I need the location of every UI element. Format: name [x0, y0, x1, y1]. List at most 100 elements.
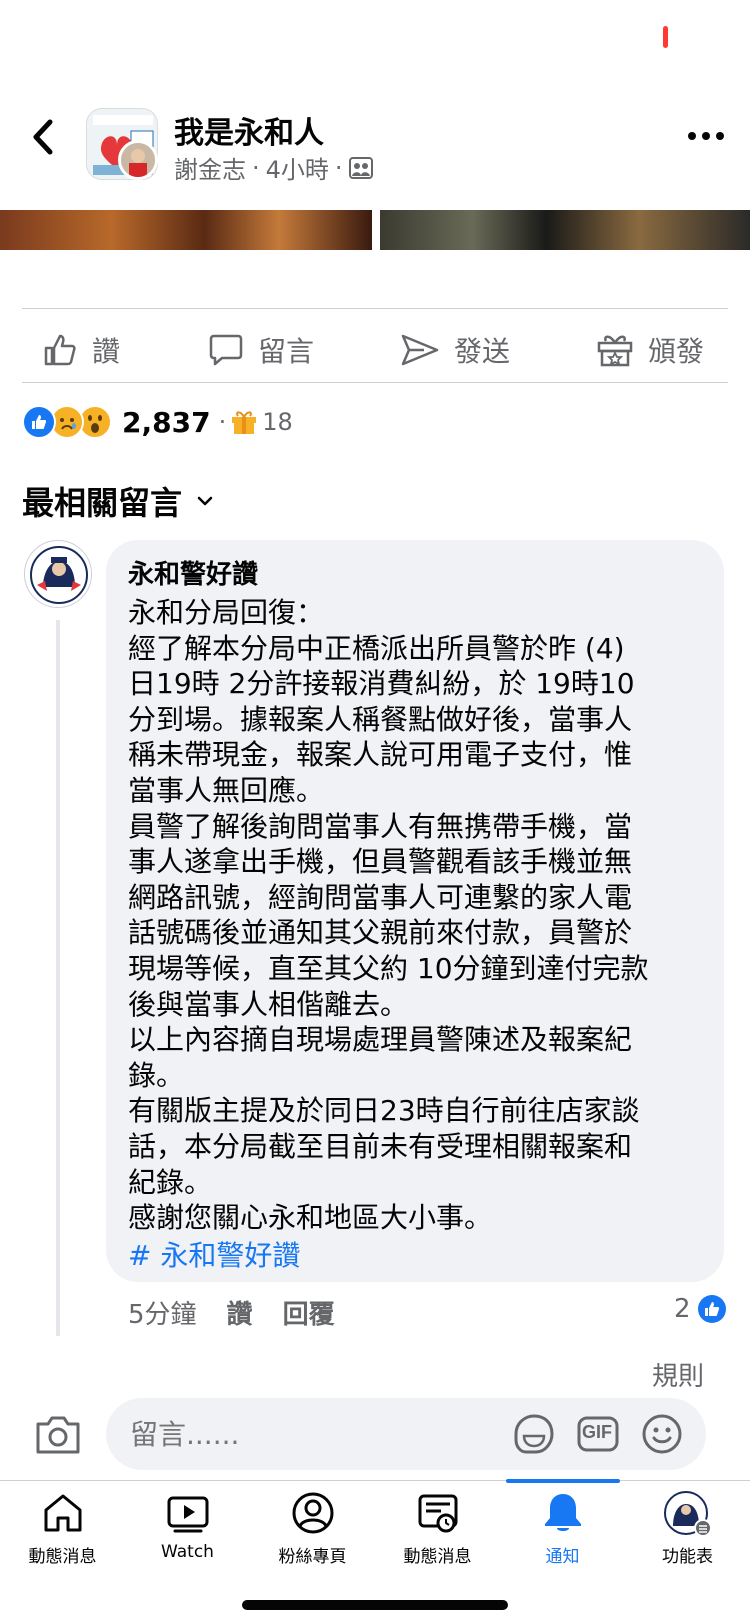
- comment-line: 員警了解後詢問當事人有無携帶手機，當: [128, 809, 633, 843]
- chevron-left-icon: [33, 119, 53, 155]
- post-time[interactable]: 4小時: [266, 150, 329, 185]
- group-name[interactable]: 我是永和人: [174, 108, 324, 152]
- comment-line: 網路訊號，經詢問當事人可連繫的家人電: [128, 880, 633, 914]
- thumbs-up-icon: [44, 334, 76, 366]
- feeds-icon: [418, 1494, 457, 1533]
- gift-box-icon: [597, 335, 633, 367]
- post-image-left[interactable]: [0, 210, 372, 250]
- reaction-summary[interactable]: 2,837 · 18: [22, 404, 293, 440]
- gift-label: 頒發: [648, 335, 705, 368]
- meta-separator: ·: [334, 153, 343, 182]
- nav-label: Watch: [161, 1542, 214, 1562]
- divider: [22, 382, 728, 383]
- comment-line: 分到場。據報案人稱餐點做好後，當事人: [128, 702, 633, 736]
- nav-item-home[interactable]: 動態消息: [0, 1490, 125, 1580]
- comment-line: 永和分局回復：: [128, 596, 325, 629]
- comment-line: 當事人無回應。: [128, 773, 325, 807]
- gift-button[interactable]: 頒發: [596, 322, 704, 378]
- police-badge-icon: [26, 542, 91, 607]
- comment-time[interactable]: 5分鐘: [128, 1294, 197, 1331]
- smiley-icon: [642, 1414, 682, 1454]
- reaction-separator: ·: [218, 408, 227, 436]
- post-author[interactable]: 謝金志: [174, 150, 246, 185]
- nav-label: 通知: [545, 1547, 580, 1567]
- comment-thread-line: [56, 620, 60, 1336]
- post-meta: 謝金志 · 4小時 ·: [174, 150, 373, 185]
- comment-body: 永和分局回復： 經了解本分局中正橋派出所員警於昨 (4) 日19時 2分許接報消…: [128, 595, 702, 1236]
- send-label: 發送: [454, 335, 511, 368]
- nav-label: 粉絲專頁: [278, 1547, 347, 1567]
- nav-item-feeds[interactable]: 動態消息: [375, 1490, 500, 1580]
- comment-like-summary[interactable]: 2: [674, 1294, 727, 1324]
- profile-icon: [292, 1492, 333, 1534]
- gif-label: GIF: [582, 1422, 612, 1442]
- camera-button[interactable]: [34, 1412, 82, 1456]
- like-label: 讚: [92, 335, 121, 368]
- comment-line: 日19時 2分許接報消費糾紛，於 19時10: [128, 667, 635, 701]
- comment-line: 話，本分局截至目前未有受理相關報案和: [128, 1129, 633, 1163]
- emoji-button[interactable]: [640, 1412, 684, 1456]
- comment-label: 留言: [258, 335, 315, 368]
- camera-icon: [36, 1416, 80, 1454]
- more-options-button[interactable]: [684, 124, 728, 148]
- author-avatar[interactable]: [118, 140, 158, 180]
- menu-avatar-icon: [663, 1491, 712, 1536]
- meta-separator: ·: [252, 153, 260, 182]
- comment-line: 紀錄。: [128, 1165, 213, 1199]
- comment-line: 後與當事人相偕離去。: [128, 987, 409, 1021]
- comment-sort-label: 最相關留言: [22, 484, 183, 522]
- rules-link[interactable]: 規則: [652, 1356, 704, 1393]
- gift-count: 18: [262, 408, 293, 436]
- nav-item-notifications[interactable]: 通知: [500, 1490, 625, 1580]
- comment-bubble: 永和警好讚 永和分局回復： 經了解本分局中正橋派出所員警於昨 (4) 日19時 …: [106, 540, 724, 1282]
- sticker-button[interactable]: [512, 1412, 556, 1456]
- reaction-count: 2,837: [122, 405, 211, 439]
- nav-item-watch[interactable]: Watch: [125, 1490, 250, 1580]
- nav-label: 功能表: [662, 1547, 713, 1567]
- nav-label: 動態消息: [403, 1547, 472, 1567]
- comment-line: 以上內容摘自現場處理員警陳述及報案紀: [128, 1023, 633, 1057]
- nav-item-pages[interactable]: 粉絲專頁: [250, 1490, 375, 1580]
- comment-like-count: 2: [674, 1294, 691, 1324]
- comment-hashtag-link[interactable]: # 永和警好讚: [128, 1236, 702, 1276]
- send-arrow-icon: [401, 334, 439, 366]
- nav-label: 動態消息: [28, 1547, 97, 1567]
- commenter-name[interactable]: 永和警好讚: [128, 554, 702, 591]
- gift-badge-icon: [232, 411, 257, 434]
- sticker-icon: [514, 1414, 554, 1454]
- status-bar-indicator: [663, 26, 668, 48]
- send-button[interactable]: 發送: [400, 322, 510, 378]
- chevron-down-icon: [197, 496, 213, 506]
- like-button[interactable]: 讚: [42, 322, 120, 378]
- comment-line: 話號碼後並通知其父親前來付款，員警於: [128, 916, 633, 950]
- post-image-right[interactable]: [380, 210, 750, 250]
- comment-like-button[interactable]: 讚: [227, 1294, 253, 1331]
- comment-line: 經了解本分局中正橋派出所員警於昨 (4): [128, 631, 625, 665]
- like-reaction-icon: [22, 405, 56, 439]
- comment-line: 有關版主提及於同日23時自行前往店家談: [128, 1094, 640, 1128]
- gif-button[interactable]: GIF: [576, 1412, 620, 1456]
- home-indicator: [242, 1600, 508, 1610]
- home-icon: [44, 1494, 81, 1532]
- comment-line: 感謝您關心永和地區大小事。: [128, 1201, 493, 1235]
- group-members-icon: [348, 156, 373, 179]
- comment-sort-dropdown[interactable]: 最相關留言: [22, 478, 214, 524]
- bell-icon: [544, 1494, 581, 1531]
- more-dots-icon: [688, 132, 724, 140]
- nav-divider: [0, 1480, 750, 1481]
- comment-actions: 5分鐘 讚 回覆: [128, 1294, 335, 1331]
- comment-button[interactable]: 留言: [208, 322, 314, 378]
- comment-line: 錄。: [128, 1058, 185, 1092]
- nav-item-menu[interactable]: 功能表: [625, 1490, 750, 1580]
- comment-line: 稱未帶現金，報案人說可用電子支付，惟: [128, 738, 633, 772]
- commenter-avatar[interactable]: [24, 540, 92, 608]
- watch-icon: [167, 1496, 208, 1533]
- comment-line: 現場等候，直至其父約 10分鐘到達付完款: [128, 951, 649, 985]
- back-button[interactable]: [26, 112, 66, 162]
- comment-line: 事人遂拿出手機，但員警觀看該手機並無: [128, 845, 633, 879]
- person-photo-icon: [121, 143, 155, 177]
- comment-bubble-icon: [209, 334, 243, 366]
- nav-active-indicator: [506, 1479, 620, 1483]
- comment-reply-button[interactable]: 回覆: [283, 1294, 335, 1331]
- like-reaction-icon: [697, 1295, 726, 1323]
